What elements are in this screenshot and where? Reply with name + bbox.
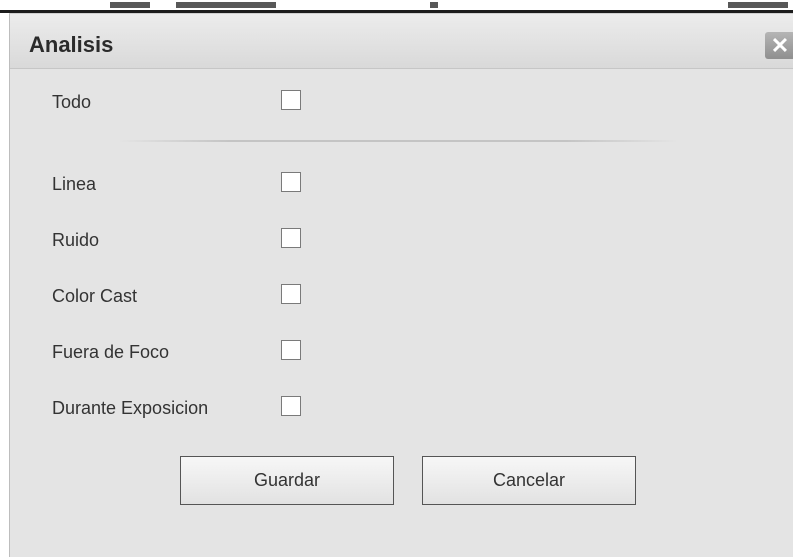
dialog-title-bar[interactable]: Analisis ✕ — [10, 14, 793, 69]
option-row-fuera-de-foco: Fuera de Foco — [52, 340, 352, 364]
background-fragment — [430, 2, 438, 8]
option-row-ruido: Ruido — [52, 228, 352, 252]
option-label-ruido: Ruido — [52, 230, 100, 250]
checkbox-linea[interactable] — [281, 172, 301, 192]
option-label-durante-exposicion: Durante Exposicion — [52, 398, 209, 418]
close-icon[interactable]: ✕ — [765, 32, 793, 59]
checkbox-fuera-de-foco[interactable] — [281, 340, 301, 360]
checkbox-todo[interactable] — [281, 90, 301, 110]
option-row-linea: Linea — [52, 172, 352, 196]
page: Analisis ✕ Todo Linea Ruido Color Cast F… — [0, 0, 793, 557]
option-label-linea: Linea — [52, 174, 97, 194]
analisis-dialog: Analisis ✕ Todo Linea Ruido Color Cast F… — [9, 13, 793, 557]
option-row-color-cast: Color Cast — [52, 284, 352, 308]
option-label-fuera-de-foco: Fuera de Foco — [52, 342, 170, 362]
checkbox-ruido[interactable] — [281, 228, 301, 248]
background-fragment — [110, 2, 150, 8]
checkbox-color-cast[interactable] — [281, 284, 301, 304]
checkbox-durante-exposicion[interactable] — [281, 396, 301, 416]
dialog-title: Analisis — [29, 32, 114, 57]
save-button[interactable]: Guardar — [180, 456, 394, 505]
cancel-button[interactable]: Cancelar — [422, 456, 636, 505]
background-fragment — [176, 2, 276, 8]
background-window-strip — [0, 0, 793, 14]
option-label-todo: Todo — [52, 92, 92, 112]
option-row-todo: Todo — [52, 90, 352, 114]
separator-line — [118, 140, 678, 142]
option-row-durante-exposicion: Durante Exposicion — [52, 396, 352, 420]
background-fragment — [728, 2, 788, 8]
option-label-color-cast: Color Cast — [52, 286, 138, 306]
